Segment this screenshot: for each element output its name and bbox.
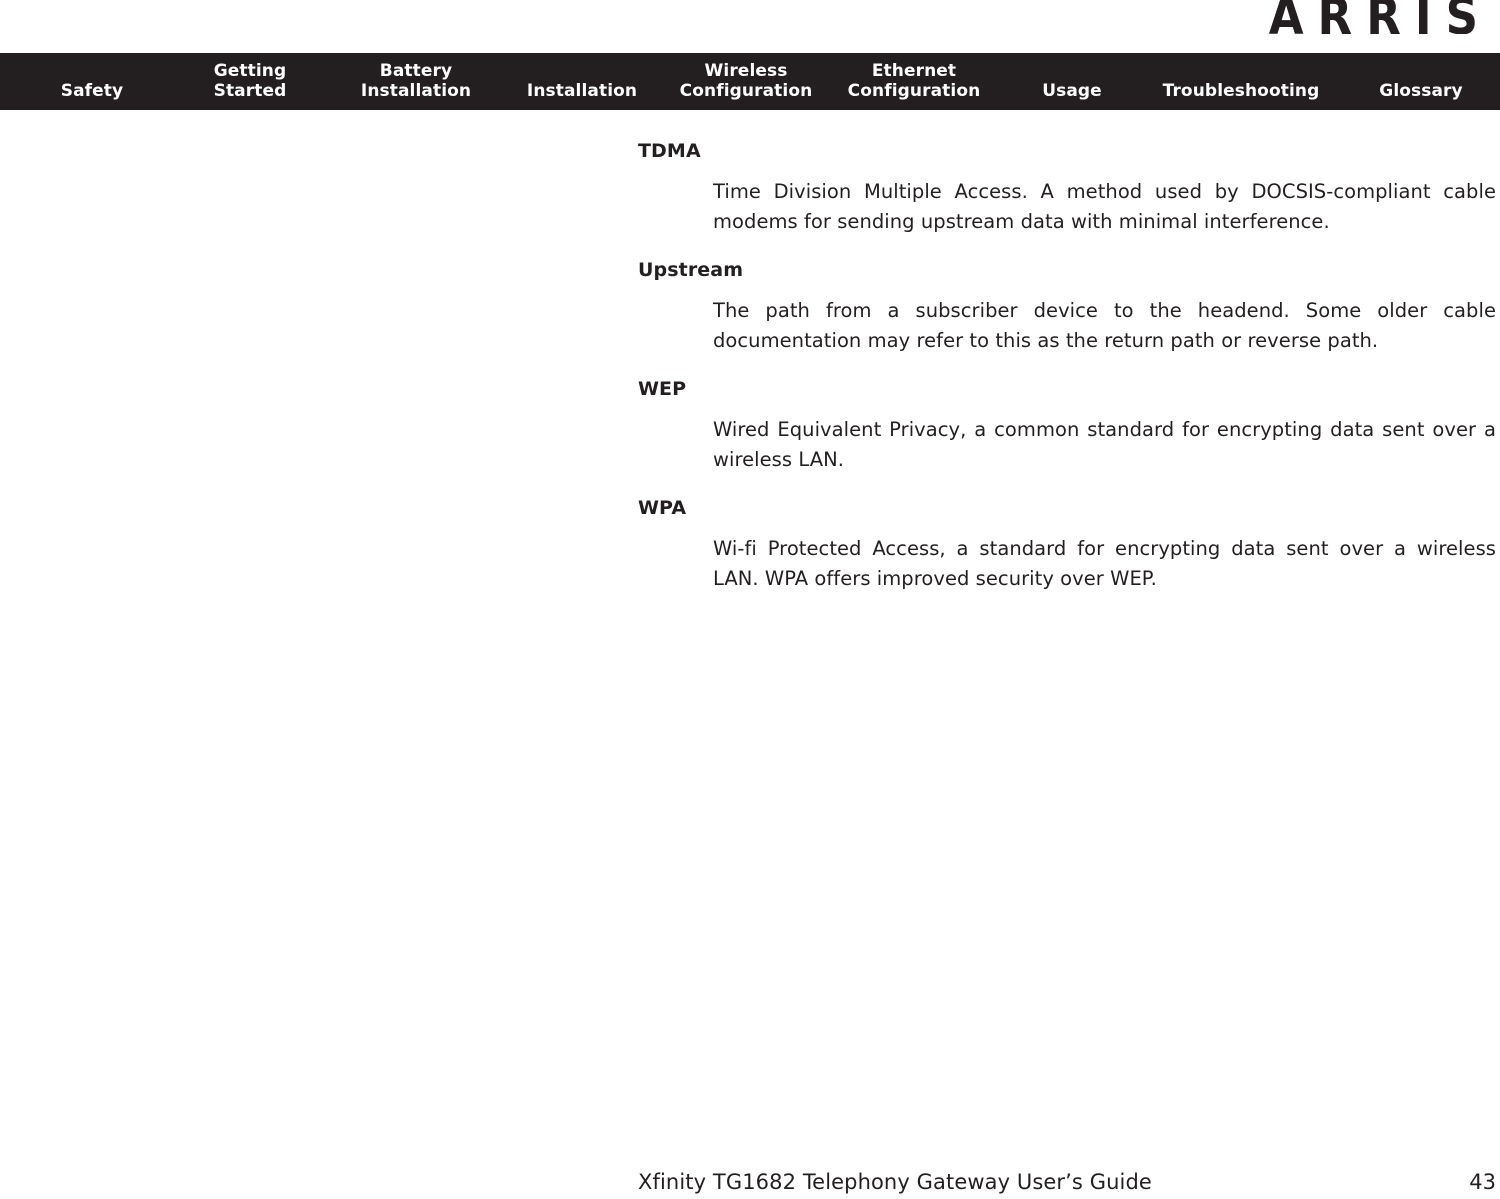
glossary-content: TDMA Time Division Multiple Access. A me… xyxy=(638,138,1496,594)
glossary-definition: Wi-fi Protected Access, a standard for e… xyxy=(713,537,1496,590)
glossary-entry: Upstream The path from a subscriber devi… xyxy=(638,257,1496,356)
nav-item-usage[interactable]: Usage xyxy=(1026,81,1118,101)
arris-logo: ARRIS xyxy=(1269,0,1494,34)
glossary-definition: Wired Equivalent Privacy, a common stand… xyxy=(713,418,1496,471)
nav-item-battery-installation[interactable]: Battery Installation xyxy=(330,61,502,101)
glossary-entry: WEP Wired Equivalent Privacy, a common s… xyxy=(638,376,1496,475)
nav-item-troubleshooting[interactable]: Troubleshooting xyxy=(1146,81,1336,101)
footer-document-title: Xfinity TG1682 Telephony Gateway User’s … xyxy=(638,1170,1152,1194)
glossary-term: WEP xyxy=(638,378,687,400)
glossary-term: Upstream xyxy=(638,259,744,281)
glossary-term: TDMA xyxy=(638,140,701,162)
nav-item-safety[interactable]: Safety xyxy=(34,81,150,101)
nav-item-getting-started[interactable]: Getting Started xyxy=(190,61,310,101)
nav-item-ethernet-configuration[interactable]: Ethernet Configuration xyxy=(832,61,996,101)
footer-page-number: 43 xyxy=(1469,1170,1496,1194)
glossary-definition: The path from a subscriber device to the… xyxy=(713,299,1496,352)
glossary-entry: TDMA Time Division Multiple Access. A me… xyxy=(638,138,1496,237)
nav-item-glossary[interactable]: Glossary xyxy=(1360,81,1482,101)
glossary-term: WPA xyxy=(638,497,687,519)
section-navigation-bar: Safety Getting Started Battery Installat… xyxy=(0,53,1500,110)
glossary-definition: Time Division Multiple Access. A method … xyxy=(713,180,1496,233)
arris-wordmark-logo: ARRIS xyxy=(1268,0,1492,34)
navigation-items: Safety Getting Started Battery Installat… xyxy=(0,53,1500,110)
nav-item-wireless-configuration[interactable]: Wireless Configuration xyxy=(666,61,826,101)
page-footer: Xfinity TG1682 Telephony Gateway User’s … xyxy=(638,1169,1496,1195)
glossary-entry: WPA Wi-fi Protected Access, a standard f… xyxy=(638,495,1496,594)
nav-item-installation[interactable]: Installation xyxy=(510,81,654,101)
